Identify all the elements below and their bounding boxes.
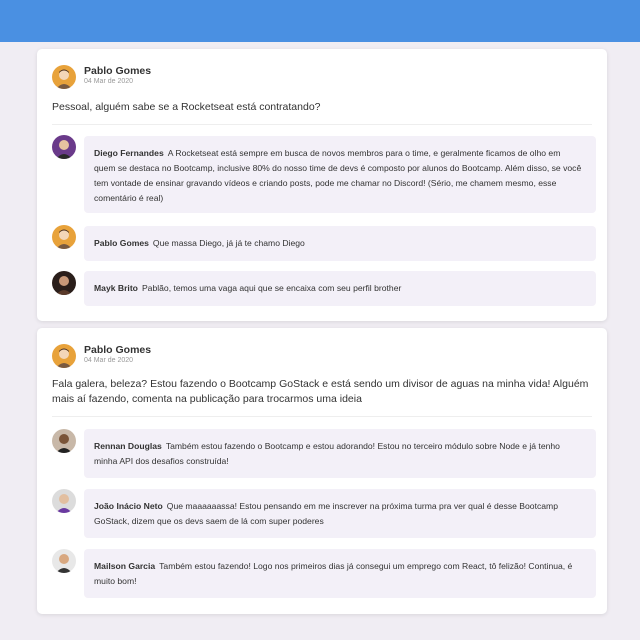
top-header-bar <box>0 0 640 42</box>
comment-avatar[interactable] <box>52 429 76 453</box>
comment-avatar[interactable] <box>52 135 76 159</box>
user-avatar-icon <box>52 225 76 249</box>
comment-bubble: Diego Fernandes A Rocketseat está sempre … <box>84 136 596 213</box>
comment-author[interactable]: Mailson Garcia <box>94 561 155 571</box>
post-author-name[interactable]: Pablo Gomes <box>84 344 151 356</box>
comment-author[interactable]: Mayk Brito <box>94 283 138 293</box>
post-divider <box>52 124 592 125</box>
comment-bubble: Rennan Douglas Também estou fazendo o Boo… <box>84 429 596 478</box>
comment-avatar[interactable] <box>52 271 76 295</box>
post-card: Pablo Gomes 04 Mar de 2020 Pessoal, algu… <box>37 49 607 321</box>
post-card: Pablo Gomes 04 Mar de 2020 Fala galera, … <box>37 328 607 614</box>
comment-text: Pablão, temos uma vaga aqui que se encai… <box>141 283 402 293</box>
post-author-name[interactable]: Pablo Gomes <box>84 65 151 77</box>
user-avatar-icon <box>52 549 76 573</box>
user-avatar-icon <box>52 429 76 453</box>
comment-author[interactable]: João Inácio Neto <box>94 501 163 511</box>
comment-text: A Rocketseat está sempre em busca de nov… <box>94 148 582 203</box>
user-avatar-icon <box>52 489 76 513</box>
comment-bubble: Mayk Brito Pablão, temos uma vaga aqui qu… <box>84 271 596 306</box>
comment-text: Que maaaaaassa! Estou pensando em me ins… <box>94 501 558 526</box>
post-date: 04 Mar de 2020 <box>84 78 134 85</box>
comment-text: Também estou fazendo o Bootcamp e estou … <box>94 441 560 466</box>
comment-author[interactable]: Rennan Douglas <box>94 441 162 451</box>
comment-author[interactable]: Diego Fernandes <box>94 148 164 158</box>
comment-avatar[interactable] <box>52 549 76 573</box>
post-content: Fala galera, beleza? Estou fazendo o Boo… <box>52 378 589 405</box>
comment-bubble: Mailson Garcia Também estou fazendo! Logo… <box>84 549 596 598</box>
user-avatar-icon <box>52 344 76 368</box>
comment-text: Que massa Diego, já já te chamo Diego <box>152 238 305 248</box>
post-date: 04 Mar de 2020 <box>84 357 134 364</box>
comment-author[interactable]: Pablo Gomes <box>94 238 149 248</box>
comment-bubble: Pablo Gomes Que massa Diego, já já te cha… <box>84 226 596 261</box>
comment-avatar[interactable] <box>52 225 76 249</box>
post-content: Pessoal, alguém sabe se a Rocketseat est… <box>52 101 321 113</box>
post-author-avatar[interactable] <box>52 344 76 368</box>
user-avatar-icon <box>52 271 76 295</box>
post-divider <box>52 416 592 417</box>
user-avatar-icon <box>52 65 76 89</box>
post-author-avatar[interactable] <box>52 65 76 89</box>
comment-avatar[interactable] <box>52 489 76 513</box>
comment-bubble: João Inácio Neto Que maaaaaassa! Estou pe… <box>84 489 596 538</box>
comment-text: Também estou fazendo! Logo nos primeiros… <box>94 561 573 586</box>
user-avatar-icon <box>52 135 76 159</box>
